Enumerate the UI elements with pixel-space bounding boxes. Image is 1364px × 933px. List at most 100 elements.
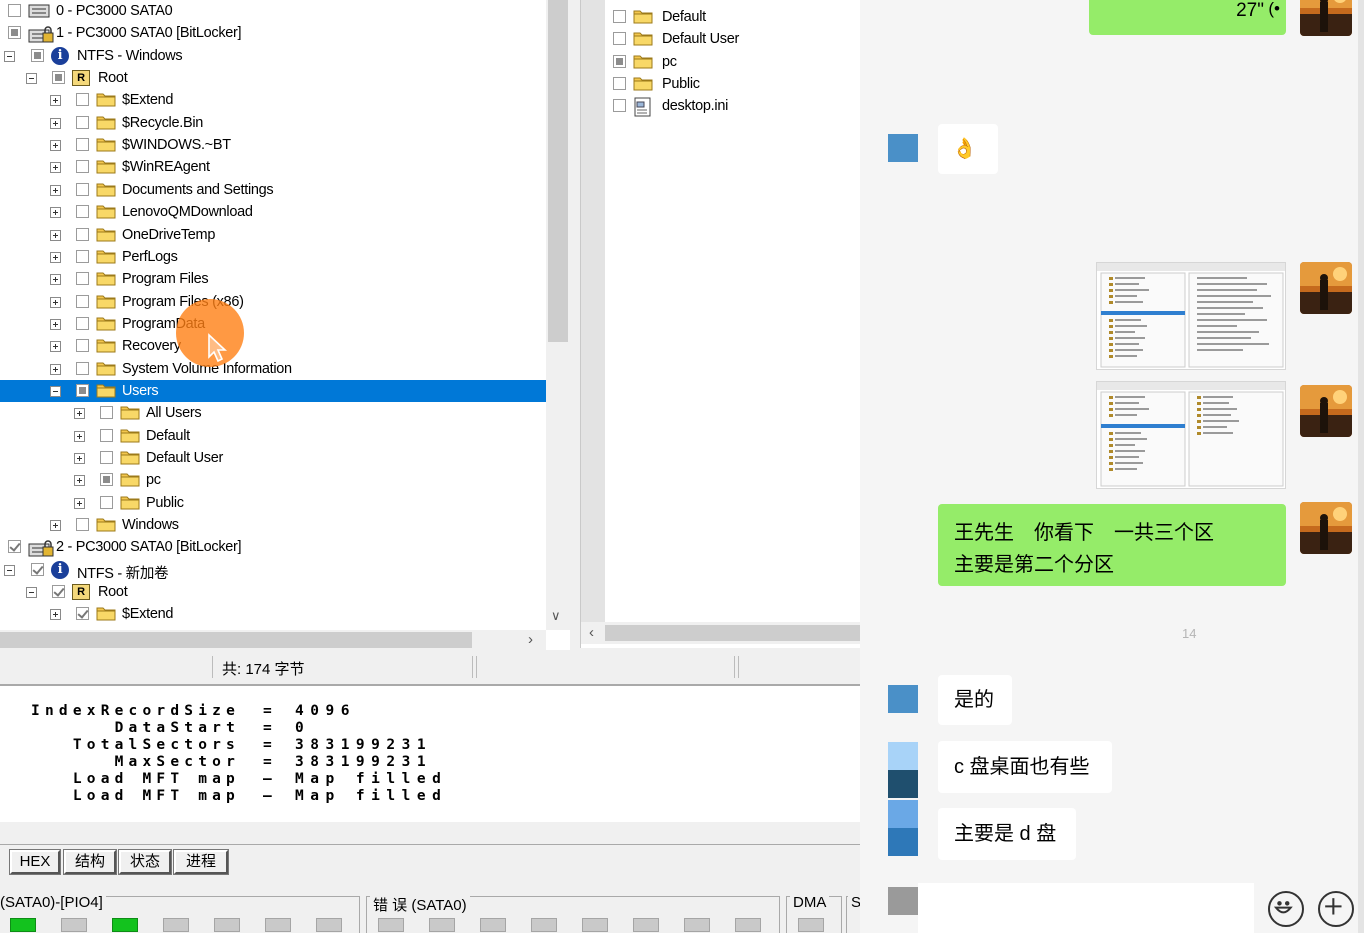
tree-row[interactable]: ProgramData — [0, 313, 546, 335]
expand-icon[interactable] — [74, 475, 85, 487]
file-row[interactable]: Default — [581, 6, 860, 28]
sender-avatar[interactable] — [888, 134, 918, 162]
file-checkbox[interactable] — [613, 54, 626, 68]
expand-icon[interactable] — [50, 140, 61, 152]
avatar[interactable] — [1300, 262, 1352, 314]
tree-checkbox[interactable] — [100, 473, 113, 487]
files-hscroll-thumb[interactable] — [605, 625, 860, 641]
tree-row[interactable]: Public — [0, 492, 546, 514]
tree-row[interactable]: Program Files — [0, 268, 546, 290]
expand-icon[interactable] — [74, 497, 85, 509]
tree-row[interactable]: Program Files (x86) — [0, 291, 546, 313]
tree-checkbox[interactable] — [100, 451, 113, 464]
file-checkbox[interactable] — [613, 99, 626, 113]
tree-row[interactable]: 0 - PC3000 SATA0 — [0, 0, 546, 22]
tree-checkbox[interactable] — [76, 249, 89, 263]
tree-row[interactable]: pc — [0, 469, 546, 491]
tree-checkbox[interactable] — [76, 160, 89, 174]
tree-checkbox[interactable] — [76, 272, 89, 286]
avatar[interactable] — [1300, 0, 1352, 36]
expand-icon[interactable] — [50, 318, 61, 330]
tree-checkbox[interactable] — [76, 227, 89, 241]
file-checkbox[interactable] — [613, 10, 626, 23]
tree-checkbox[interactable] — [8, 540, 21, 554]
tree-checkbox[interactable] — [31, 48, 44, 62]
expand-icon[interactable] — [50, 95, 61, 107]
tree-checkbox[interactable] — [76, 339, 89, 353]
tree-row[interactable]: All Users — [0, 402, 546, 424]
chat-scrollbar[interactable] — [1358, 0, 1364, 933]
chevron-right-icon[interactable]: › — [528, 631, 533, 648]
sender-avatar[interactable] — [888, 742, 918, 770]
expand-icon[interactable] — [50, 162, 61, 174]
sender-avatar[interactable] — [888, 828, 918, 856]
tree-checkbox[interactable] — [100, 406, 113, 420]
file-checkbox[interactable] — [613, 77, 626, 91]
screenshot-thumbnail[interactable] — [1096, 381, 1286, 489]
tree-row[interactable]: OneDriveTemp — [0, 224, 546, 246]
tree-row[interactable]: $Recycle.Bin — [0, 112, 546, 134]
expand-icon[interactable] — [50, 117, 61, 129]
expand-icon[interactable] — [50, 251, 61, 263]
tree-vscroll-thumb[interactable] — [548, 0, 568, 342]
avatar[interactable] — [1300, 385, 1352, 437]
message-bubble[interactable]: c 盘桌面也有些 — [938, 741, 1112, 793]
message-input[interactable] — [918, 883, 1254, 933]
tree-row[interactable]: System Volume Information — [0, 358, 546, 380]
expand-icon[interactable] — [50, 341, 61, 353]
tree-row[interactable]: $WINDOWS.~BT — [0, 134, 546, 156]
tree-checkbox[interactable] — [31, 562, 44, 576]
tree-checkbox[interactable] — [76, 607, 89, 621]
tree-row[interactable]: Windows — [0, 514, 546, 536]
message-bubble[interactable]: 王先生 你看下 一共三个区 主要是第二个分区 — [938, 504, 1286, 586]
tree-checkbox[interactable] — [52, 71, 65, 85]
file-row[interactable]: pc — [581, 51, 860, 73]
tree-row[interactable]: LenovoQMDownload — [0, 201, 546, 223]
tree-checkbox[interactable] — [76, 316, 89, 330]
sender-avatar[interactable] — [888, 770, 918, 798]
tree-row[interactable]: PerfLogs — [0, 246, 546, 268]
tree-row[interactable]: Users — [0, 379, 546, 403]
tab-process[interactable]: 进程 — [173, 849, 229, 875]
tree-checkbox[interactable] — [100, 495, 113, 509]
tree-checkbox[interactable] — [76, 518, 89, 532]
expand-icon[interactable] — [74, 430, 85, 442]
tree-row[interactable]: $Extend — [0, 89, 546, 111]
tree-row[interactable]: Default User — [0, 447, 546, 469]
tree-hscroll-thumb[interactable] — [0, 632, 472, 648]
avatar[interactable] — [1300, 502, 1352, 554]
collapse-icon[interactable] — [4, 564, 15, 576]
message-bubble[interactable]: 主要是 d 盘 — [938, 808, 1076, 860]
expand-icon[interactable] — [50, 184, 61, 196]
file-row[interactable]: desktop.ini — [581, 95, 860, 117]
tree-row[interactable]: Default — [0, 425, 546, 447]
file-row[interactable]: Public — [581, 73, 860, 95]
tree-horizontal-scrollbar[interactable]: › — [0, 630, 546, 650]
tree-checkbox[interactable] — [76, 294, 89, 308]
tree-checkbox[interactable] — [76, 115, 89, 129]
tree-row[interactable]: 1 - PC3000 SATA0 [BitLocker] — [0, 22, 546, 44]
tree-row[interactable]: $WinREAgent — [0, 156, 546, 178]
expand-icon[interactable] — [50, 296, 61, 308]
collapse-icon[interactable] — [50, 385, 61, 397]
tree-row[interactable]: i NTFS - 新加卷 — [0, 559, 546, 582]
tree-row[interactable]: Documents and Settings — [0, 179, 546, 201]
message-bubble[interactable]: 是的 — [938, 675, 1012, 725]
tree-checkbox[interactable] — [76, 383, 89, 397]
sender-avatar[interactable] — [888, 685, 918, 713]
collapse-icon[interactable] — [26, 73, 37, 85]
file-row[interactable]: Default User — [581, 28, 860, 50]
tree-checkbox[interactable] — [8, 4, 21, 17]
more-options-button[interactable] — [1318, 891, 1354, 927]
expand-icon[interactable] — [50, 520, 61, 532]
emoji-button[interactable] — [1268, 891, 1304, 927]
chevron-left-icon[interactable]: ‹ — [589, 624, 594, 641]
voice-message-bubble[interactable]: 27" (• — [1089, 0, 1286, 35]
tree-row[interactable]: R Root — [0, 581, 546, 603]
files-horizontal-scrollbar[interactable]: ‹ — [581, 622, 860, 644]
tree-checkbox[interactable] — [76, 182, 89, 196]
collapse-icon[interactable] — [4, 50, 15, 62]
tree-vertical-scrollbar[interactable]: ∨ — [546, 0, 570, 630]
tree-row[interactable]: $Extend — [0, 603, 546, 625]
expand-icon[interactable] — [50, 207, 61, 219]
